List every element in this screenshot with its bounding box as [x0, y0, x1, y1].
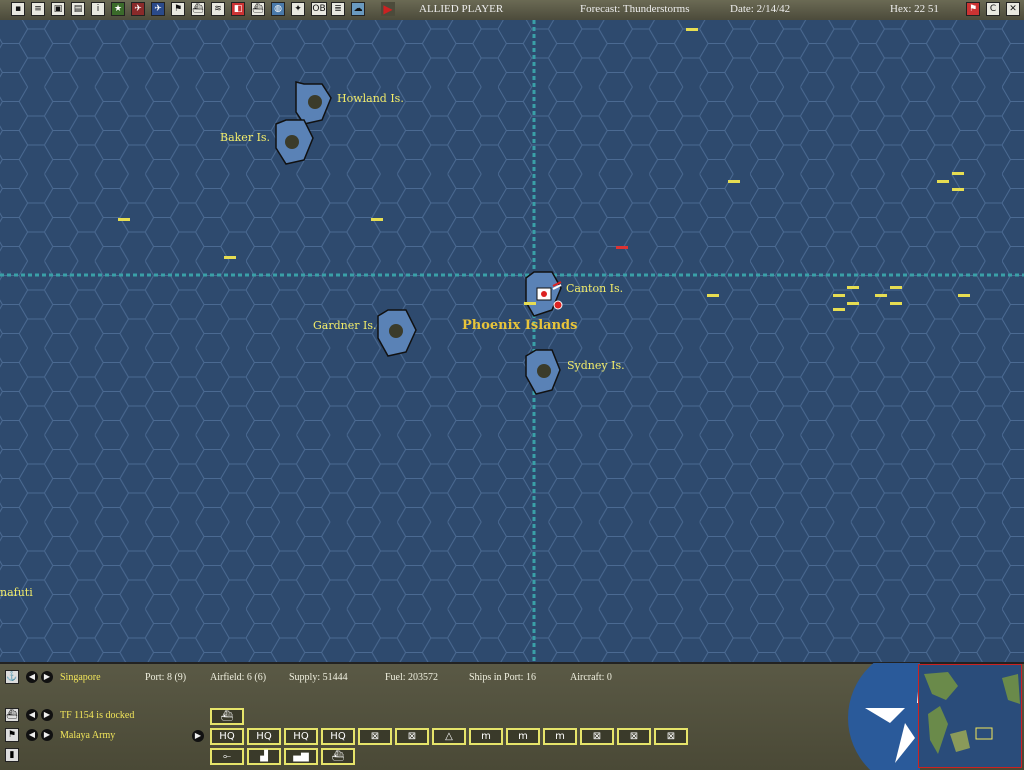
- ships-in-port-value: Ships in Port: 16: [469, 672, 536, 683]
- flag-icon-bottom[interactable]: ⚑: [5, 728, 19, 742]
- mini-map[interactable]: [918, 664, 1022, 768]
- chart-icon[interactable]: ▮: [5, 748, 19, 762]
- filter-button-1[interactable]: ⟜: [210, 748, 244, 765]
- base-name[interactable]: Singapore: [60, 672, 101, 683]
- next-base-arrow[interactable]: ▶: [41, 671, 53, 683]
- next-army-arrow[interactable]: ▶: [41, 729, 53, 741]
- supply-value: Supply: 51444: [289, 672, 348, 683]
- unit-counter-4[interactable]: HQ: [321, 728, 355, 745]
- list-button[interactable]: ≣: [331, 2, 345, 16]
- forecast-label: Forecast: Thunderstorms: [580, 3, 690, 15]
- taskforce-status[interactable]: TF 1154 is docked: [60, 710, 134, 721]
- anchor-icon[interactable]: ⚓: [5, 670, 19, 684]
- date-label: Date: 2/14/42: [730, 3, 791, 15]
- ob-button[interactable]: OB: [311, 2, 327, 16]
- info-panel: ⚓ ◀ ▶ Singapore Port: 8 (9) Airfield: 6 …: [0, 662, 1024, 770]
- ship-icon[interactable]: ⛴: [5, 708, 19, 722]
- c-button[interactable]: C: [986, 2, 1000, 16]
- taskforce-ship-button[interactable]: ⛴: [210, 708, 244, 725]
- label-baker: Baker Is.: [220, 131, 270, 144]
- prev-army-arrow[interactable]: ◀: [26, 729, 38, 741]
- next-tf-arrow[interactable]: ▶: [41, 709, 53, 721]
- unit-counter-12[interactable]: ⊠: [617, 728, 651, 745]
- port-value: Port: 8 (9): [145, 672, 187, 683]
- label-canton: Canton Is.: [566, 282, 623, 295]
- army-cycle-arrow[interactable]: ▶: [192, 730, 204, 742]
- fuel-value: Fuel: 203572: [385, 672, 439, 683]
- toggle-button[interactable]: ◧: [231, 2, 245, 16]
- filter-button-2[interactable]: ▟: [247, 748, 281, 765]
- airfield-value: Airfield: 6 (6): [210, 672, 267, 683]
- unit-counter-9[interactable]: m: [506, 728, 540, 745]
- label-phoenix-islands: Phoenix Islands: [462, 318, 577, 333]
- prev-tf-arrow[interactable]: ◀: [26, 709, 38, 721]
- filter-button-3[interactable]: ▄▆: [284, 748, 318, 765]
- unit-counter-7[interactable]: △: [432, 728, 466, 745]
- hex-label: Hex: 22 51: [890, 3, 939, 15]
- unit-counter-5[interactable]: ⊠: [358, 728, 392, 745]
- allied-star-emblem: [848, 663, 920, 770]
- player-label: ALLIED PLAYER: [419, 3, 504, 15]
- unit-counter-3[interactable]: HQ: [284, 728, 318, 745]
- enemy-ship-marker[interactable]: [616, 246, 628, 249]
- network-button[interactable]: ✦: [291, 2, 305, 16]
- star-icon[interactable]: ★: [111, 2, 125, 16]
- toolbar-button-4[interactable]: ▤: [71, 2, 85, 16]
- prev-base-arrow[interactable]: ◀: [26, 671, 38, 683]
- globe-icon[interactable]: ◍: [271, 2, 285, 16]
- toolbar-button-2[interactable]: ≡: [31, 2, 45, 16]
- label-funafuti: nafuti: [0, 586, 33, 599]
- play-turn-button[interactable]: ▶: [381, 2, 395, 16]
- toolbar-button-1[interactable]: ▪: [11, 2, 25, 16]
- top-toolbar: ▪ ≡ ▣ ▤ i ★ ✈ ✈ ⚑ ⛴ ≋ ◧ ⛴ ◍ ✦ OB ≣ ☁ ▶ A…: [0, 0, 1024, 21]
- unit-counter-10[interactable]: m: [543, 728, 577, 745]
- plane-icon[interactable]: ✈: [131, 2, 145, 16]
- route-button[interactable]: ≋: [211, 2, 225, 16]
- label-howland: Howland Is.: [337, 92, 404, 105]
- cloud-icon[interactable]: ☁: [351, 2, 365, 16]
- unit-counter-8[interactable]: m: [469, 728, 503, 745]
- aircraft-value: Aircraft: 0: [570, 672, 612, 683]
- fleet-button[interactable]: ⛴: [251, 2, 265, 16]
- filter-button-4[interactable]: ⛴: [321, 748, 355, 765]
- unit-counter-2[interactable]: HQ: [247, 728, 281, 745]
- label-sydney: Sydney Is.: [567, 359, 625, 372]
- unit-counter-13[interactable]: ⊠: [654, 728, 688, 745]
- ship-button[interactable]: ⛴: [191, 2, 205, 16]
- flag-icon[interactable]: ⚑: [966, 2, 980, 16]
- unit-counter-6[interactable]: ⊠: [395, 728, 429, 745]
- info-button[interactable]: i: [91, 2, 105, 16]
- flag-button[interactable]: ⚑: [171, 2, 185, 16]
- unit-counter-1[interactable]: HQ: [210, 728, 244, 745]
- close-button[interactable]: ✕: [1006, 2, 1020, 16]
- toolbar-button-3[interactable]: ▣: [51, 2, 65, 16]
- hex-map[interactable]: Howland Is. Baker Is. Canton Is. Gardner…: [0, 20, 1024, 662]
- plane-icon-2[interactable]: ✈: [151, 2, 165, 16]
- label-gardner: Gardner Is.: [313, 319, 376, 332]
- army-name[interactable]: Malaya Army: [60, 730, 115, 741]
- unit-counter-11[interactable]: ⊠: [580, 728, 614, 745]
